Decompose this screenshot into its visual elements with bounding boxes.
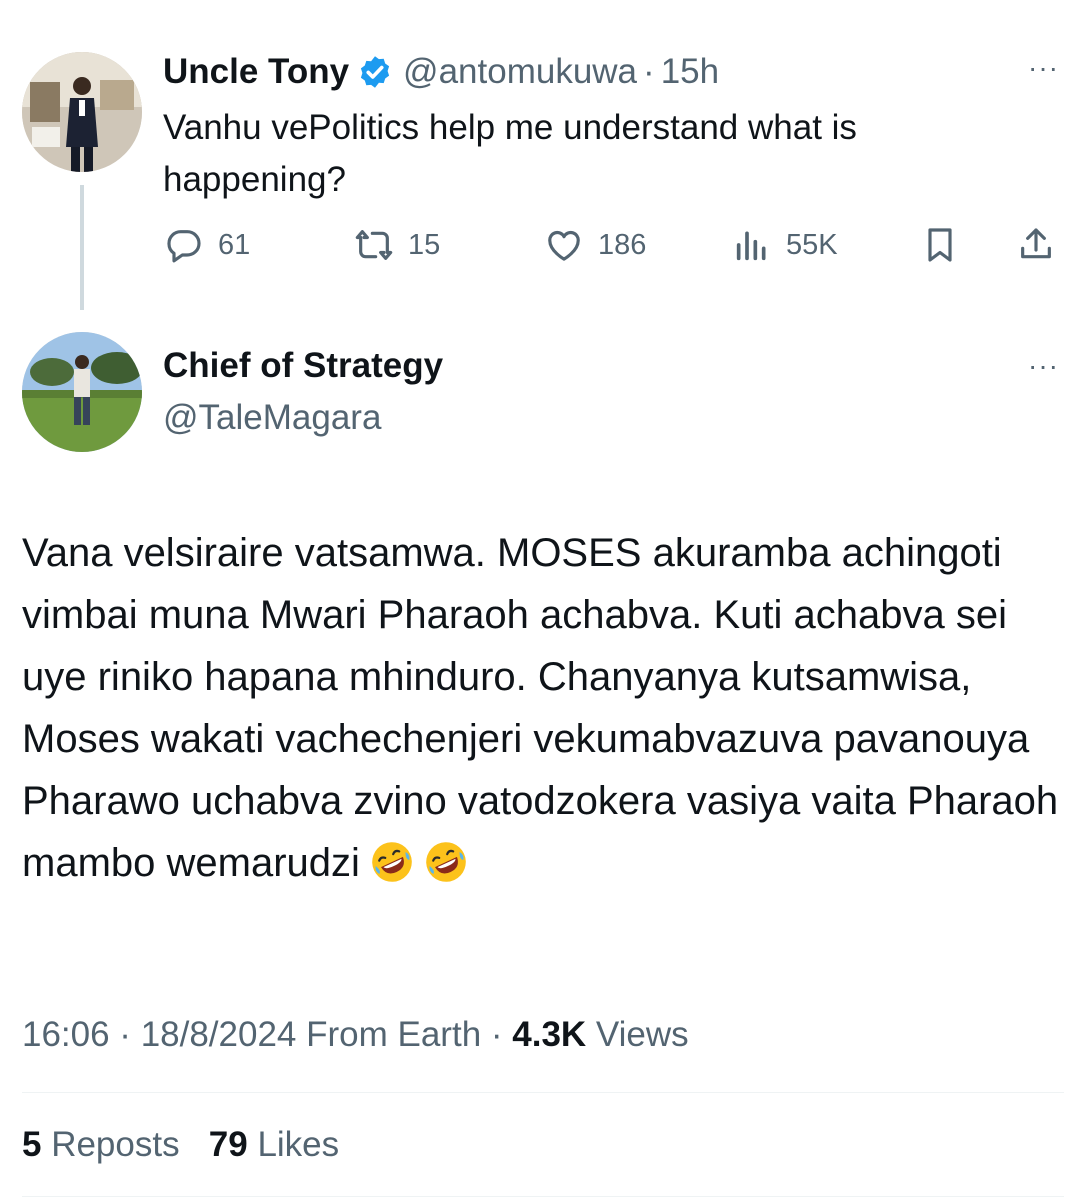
repost-button[interactable]: 15	[354, 225, 440, 265]
reply-author-handle[interactable]: @TaleMagara	[163, 398, 381, 438]
parent-tweet-header: Uncle Tony @antomukuwa · 15h	[163, 50, 719, 94]
likes-label: Likes	[247, 1125, 340, 1164]
engagement-stats: 5 Reposts 79 Likes	[22, 1125, 339, 1165]
rolling-on-floor-laughing-emoji-icon	[426, 842, 466, 882]
views-bar-chart-icon	[736, 231, 766, 261]
divider	[22, 1196, 1064, 1197]
reply-button[interactable]: 61	[164, 225, 250, 265]
avatar-chief-of-strategy[interactable]	[22, 332, 142, 452]
views-button[interactable]: 55K	[732, 225, 838, 265]
reply-timestamp[interactable]: 16:06 · 18/8/2024 From Earth ·	[22, 1015, 512, 1054]
parent-post-time[interactable]: 15h	[661, 52, 719, 92]
divider	[22, 1092, 1064, 1093]
parent-more-options-button[interactable]: ···	[1028, 52, 1059, 84]
parent-author-handle[interactable]: @antomukuwa	[403, 52, 637, 92]
bookmark-icon	[928, 228, 952, 262]
parent-tweet-text: Vanhu vePolitics help me understand what…	[163, 108, 857, 199]
reposts-label: Reposts	[41, 1125, 180, 1164]
repost-count: 15	[408, 228, 441, 261]
reposts-stat-link[interactable]: 5 Reposts	[22, 1125, 180, 1164]
view-count: 55K	[786, 228, 838, 261]
reply-post-meta: 16:06 · 18/8/2024 From Earth · 4.3K View…	[22, 1015, 689, 1055]
reply-more-options-button[interactable]: ···	[1028, 350, 1059, 382]
reposts-count: 5	[22, 1125, 42, 1164]
parent-author-name[interactable]: Uncle Tony	[163, 52, 349, 92]
reply-text-body: Vana velsiraire vatsamwa. MOSES akuramba…	[22, 531, 1070, 885]
like-count: 186	[598, 228, 647, 261]
avatar-uncle-tony[interactable]	[22, 52, 142, 172]
likes-count: 79	[208, 1125, 248, 1164]
share-button[interactable]	[1016, 225, 1056, 265]
share-icon	[1021, 228, 1051, 259]
rolling-on-floor-laughing-emoji-icon	[372, 842, 412, 882]
bookmark-button[interactable]	[920, 225, 960, 265]
reply-author-name[interactable]: Chief of Strategy	[163, 346, 443, 386]
like-button[interactable]: 186	[544, 225, 646, 265]
reply-tweet-text: Vana velsiraire vatsamwa. MOSES akuramba…	[22, 522, 1072, 894]
header-separator: ·	[643, 52, 655, 91]
heart-icon	[548, 230, 580, 261]
thread-connector-line	[80, 185, 84, 310]
repost-icon	[355, 230, 393, 260]
reply-views-count: 4.3K	[512, 1015, 587, 1054]
reply-count: 61	[218, 228, 251, 261]
reply-views-label: Views	[586, 1015, 689, 1054]
verified-badge-icon	[360, 56, 390, 88]
likes-stat-link[interactable]: 79 Likes	[209, 1125, 339, 1164]
reply-icon	[167, 230, 201, 263]
